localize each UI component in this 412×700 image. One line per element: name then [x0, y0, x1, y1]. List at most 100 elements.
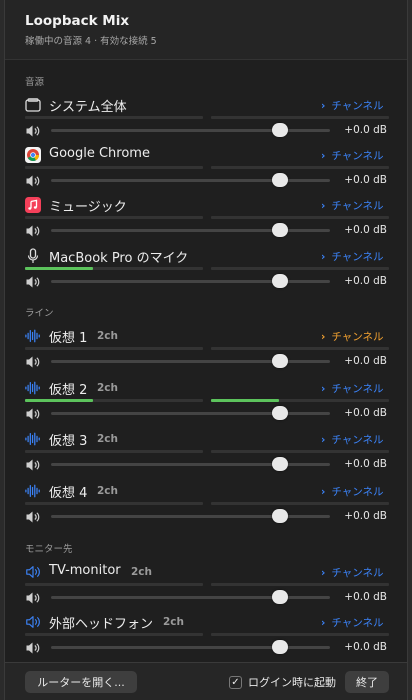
quit-button[interactable]: 終了 [345, 671, 389, 693]
slider-track [51, 515, 330, 518]
volume-icon[interactable] [25, 509, 43, 523]
channel-button[interactable]: › チャンネル [321, 329, 384, 344]
channel-button-label: チャンネル [331, 100, 384, 112]
channel-count: 2ch [97, 433, 119, 445]
login-launch-checkbox[interactable]: ✓ ログイン時に起動 [229, 674, 336, 690]
chevron-right-icon: › [321, 434, 326, 446]
slider-thumb[interactable] [272, 354, 288, 368]
volume-slider[interactable] [51, 640, 330, 654]
volume-slider[interactable] [51, 509, 330, 523]
volume-icon[interactable] [25, 457, 43, 471]
meter-fill [25, 399, 93, 402]
volume-value: +0.0 dB [344, 224, 387, 236]
slider-track [51, 412, 330, 415]
row-name: 仮想 1 [49, 331, 88, 346]
slider-thumb[interactable] [272, 406, 288, 420]
level-meter [25, 450, 389, 453]
slider-track [51, 179, 330, 182]
volume-icon[interactable] [25, 406, 43, 420]
channel-button-label: チャンネル [331, 383, 384, 395]
slider-thumb[interactable] [272, 457, 288, 471]
row-name: MacBook Pro のマイク [49, 251, 189, 266]
chevron-right-icon: › [321, 150, 326, 162]
volume-slider[interactable] [51, 457, 330, 471]
level-meter [25, 116, 389, 119]
channel-button-label: チャンネル [331, 617, 384, 629]
checkmark-icon: ✓ [229, 675, 242, 689]
meter-channel [211, 633, 389, 636]
channel-button[interactable]: › チャンネル [321, 98, 384, 113]
level-meter [25, 347, 389, 350]
chevron-right-icon: › [321, 331, 326, 343]
channel-count: 2ch [131, 566, 153, 578]
slider-thumb[interactable] [272, 590, 288, 604]
volume-icon[interactable] [25, 123, 43, 137]
row-name: 仮想 3 [49, 434, 88, 449]
volume-icon[interactable] [25, 173, 43, 187]
open-router-button[interactable]: ルーターを開く... [25, 671, 137, 693]
window-icon [25, 97, 41, 113]
channel-button-label: チャンネル [331, 150, 384, 162]
chrome-icon [25, 147, 41, 163]
meter-channel [211, 116, 389, 119]
channel-button-label: チャンネル [331, 567, 384, 579]
volume-icon[interactable] [25, 640, 43, 654]
channel-button[interactable]: › チャンネル [321, 381, 384, 396]
row-name: Google Chrome [49, 146, 150, 161]
level-meter [25, 267, 389, 270]
chevron-right-icon: › [321, 567, 326, 579]
meter-channel [25, 116, 203, 119]
meter-channel [25, 583, 203, 586]
login-launch-label: ログイン時に起動 [248, 676, 336, 689]
row-name: TV-monitor [49, 563, 121, 578]
channel-button[interactable]: › チャンネル [321, 484, 384, 499]
volume-slider[interactable] [51, 274, 330, 288]
loopback-window: Loopback Mix 稼働中の音源 4 · 有効な接続 5 音源 ライン モ… [4, 0, 408, 700]
volume-icon[interactable] [25, 590, 43, 604]
volume-icon[interactable] [25, 274, 43, 288]
slider-track [51, 596, 330, 599]
channel-count: 2ch [97, 382, 119, 394]
chevron-right-icon: › [321, 200, 326, 212]
slider-track [51, 229, 330, 232]
slider-thumb[interactable] [272, 274, 288, 288]
level-meter [25, 633, 389, 636]
meter-channel [25, 633, 203, 636]
volume-icon[interactable] [25, 223, 43, 237]
meter-channel [25, 450, 203, 453]
meter-channel [211, 502, 389, 505]
row-name: 外部ヘッドフォン [49, 617, 154, 632]
volume-slider[interactable] [51, 173, 330, 187]
channel-button[interactable]: › チャンネル [321, 148, 384, 163]
channel-button-label: チャンネル [331, 434, 384, 446]
channel-button[interactable]: › チャンネル [321, 249, 384, 264]
channel-button[interactable]: › チャンネル [321, 198, 384, 213]
meter-channel [211, 216, 389, 219]
volume-value: +0.0 dB [344, 275, 387, 287]
volume-slider[interactable] [51, 406, 330, 420]
meter-fill [211, 399, 279, 402]
speaker-icon [25, 614, 41, 630]
meter-channel [211, 583, 389, 586]
channel-button[interactable]: › チャンネル [321, 615, 384, 630]
slider-thumb[interactable] [272, 123, 288, 137]
row-name: 仮想 4 [49, 486, 88, 501]
channel-button[interactable]: › チャンネル [321, 432, 384, 447]
slider-track [51, 360, 330, 363]
slider-thumb[interactable] [272, 223, 288, 237]
slider-thumb[interactable] [272, 173, 288, 187]
section-label-lines: ライン [25, 308, 54, 319]
level-meter [25, 502, 389, 505]
channel-button[interactable]: › チャンネル [321, 565, 384, 580]
volume-icon[interactable] [25, 354, 43, 368]
volume-slider[interactable] [51, 590, 330, 604]
volume-slider[interactable] [51, 123, 330, 137]
volume-slider[interactable] [51, 223, 330, 237]
channel-button-label: チャンネル [331, 251, 384, 263]
volume-slider[interactable] [51, 354, 330, 368]
music-app-icon [25, 197, 41, 213]
waveform-icon [25, 431, 41, 447]
channel-count: 2ch [163, 616, 185, 628]
slider-thumb[interactable] [272, 640, 288, 654]
slider-thumb[interactable] [272, 509, 288, 523]
